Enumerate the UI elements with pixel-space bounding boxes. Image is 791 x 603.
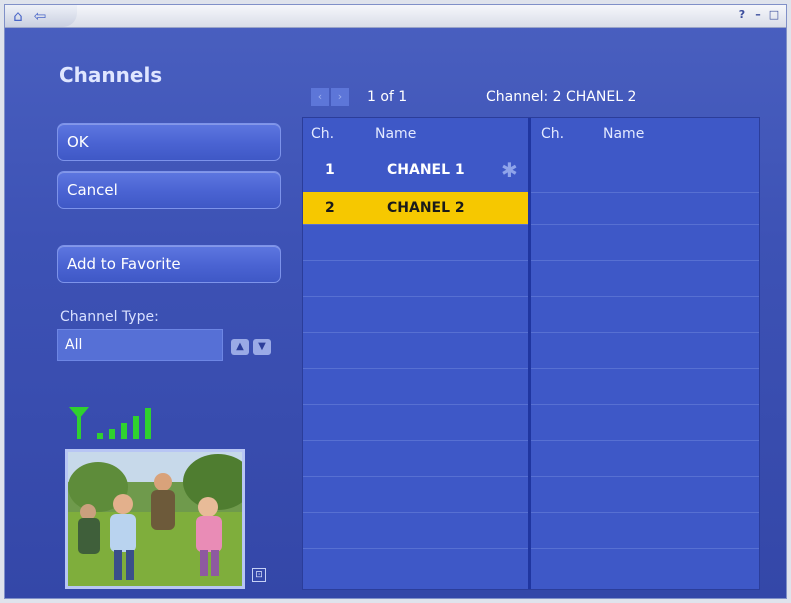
help-icon[interactable]: ? <box>736 8 748 22</box>
channel-list-right: Ch. Name <box>531 118 759 589</box>
page-indicator: 1 of 1 <box>367 89 408 105</box>
empty-row <box>303 368 528 404</box>
empty-row <box>303 548 528 584</box>
current-channel-label: Channel: 2 CHANEL 2 <box>486 89 637 105</box>
empty-row <box>531 512 759 548</box>
column-header-ch: Ch. <box>541 126 565 142</box>
maximize-icon[interactable]: □ <box>768 8 780 22</box>
empty-row <box>303 296 528 332</box>
window-controls: ? – □ <box>736 8 780 22</box>
minimize-icon[interactable]: – <box>752 8 764 22</box>
empty-row <box>531 548 759 584</box>
empty-row <box>531 158 759 194</box>
empty-row <box>303 512 528 548</box>
add-to-favorite-button[interactable]: Add to Favorite <box>57 245 281 283</box>
back-arrow-icon[interactable]: ⇦ <box>31 7 49 25</box>
channel-name: CHANEL 2 <box>387 200 465 216</box>
chevron-right-icon[interactable]: › <box>331 88 349 106</box>
empty-row <box>303 404 528 440</box>
empty-row <box>531 296 759 332</box>
column-header-name: Name <box>603 126 645 142</box>
empty-row <box>531 260 759 296</box>
home-icon[interactable]: ⌂ <box>9 7 27 25</box>
star-icon: ✱ <box>501 158 518 182</box>
empty-row <box>303 260 528 296</box>
empty-row <box>303 476 528 512</box>
channel-type-select[interactable]: All <box>57 329 223 361</box>
cancel-button[interactable]: Cancel <box>57 171 281 209</box>
preview-image <box>68 452 242 586</box>
channel-type-label: Channel Type: <box>60 309 159 325</box>
empty-row <box>303 440 528 476</box>
app-window: ⌂ ⇦ ? – □ Channels OK Cancel Add to Favo… <box>4 4 787 599</box>
title-bar: ⌂ ⇦ ? – □ <box>5 5 786 28</box>
channel-row-selected[interactable]: 2 CHANEL 2 <box>303 192 528 224</box>
empty-row <box>303 224 528 260</box>
empty-row <box>531 440 759 476</box>
channel-name: CHANEL 1 <box>387 162 465 178</box>
channel-number: 1 <box>325 162 335 178</box>
empty-row <box>531 368 759 404</box>
ok-button[interactable]: OK <box>57 123 281 161</box>
empty-row <box>531 192 759 228</box>
video-preview[interactable] <box>65 449 245 589</box>
chevron-down-icon[interactable]: ▼ <box>253 339 271 355</box>
channel-list-left: Ch. Name 1 CHANEL 1 ✱ 2 CHANEL 2 <box>303 118 531 589</box>
empty-row <box>531 224 759 260</box>
empty-row <box>531 332 759 368</box>
empty-row <box>531 404 759 440</box>
signal-antenna-icon <box>69 407 151 439</box>
empty-row <box>531 476 759 512</box>
page-title: Channels <box>59 63 163 87</box>
channel-row[interactable]: 1 CHANEL 1 ✱ <box>303 158 528 194</box>
channel-number: 2 <box>325 200 335 216</box>
empty-row <box>303 332 528 368</box>
column-header-ch: Ch. <box>311 126 335 142</box>
expand-icon[interactable]: ⊡ <box>252 568 266 582</box>
chevron-left-icon[interactable]: ‹ <box>311 88 329 106</box>
column-header-name: Name <box>375 126 417 142</box>
channel-grid: Ch. Name 1 CHANEL 1 ✱ 2 CHANEL 2 Ch. Nam… <box>302 117 760 590</box>
chevron-up-icon[interactable]: ▲ <box>231 339 249 355</box>
